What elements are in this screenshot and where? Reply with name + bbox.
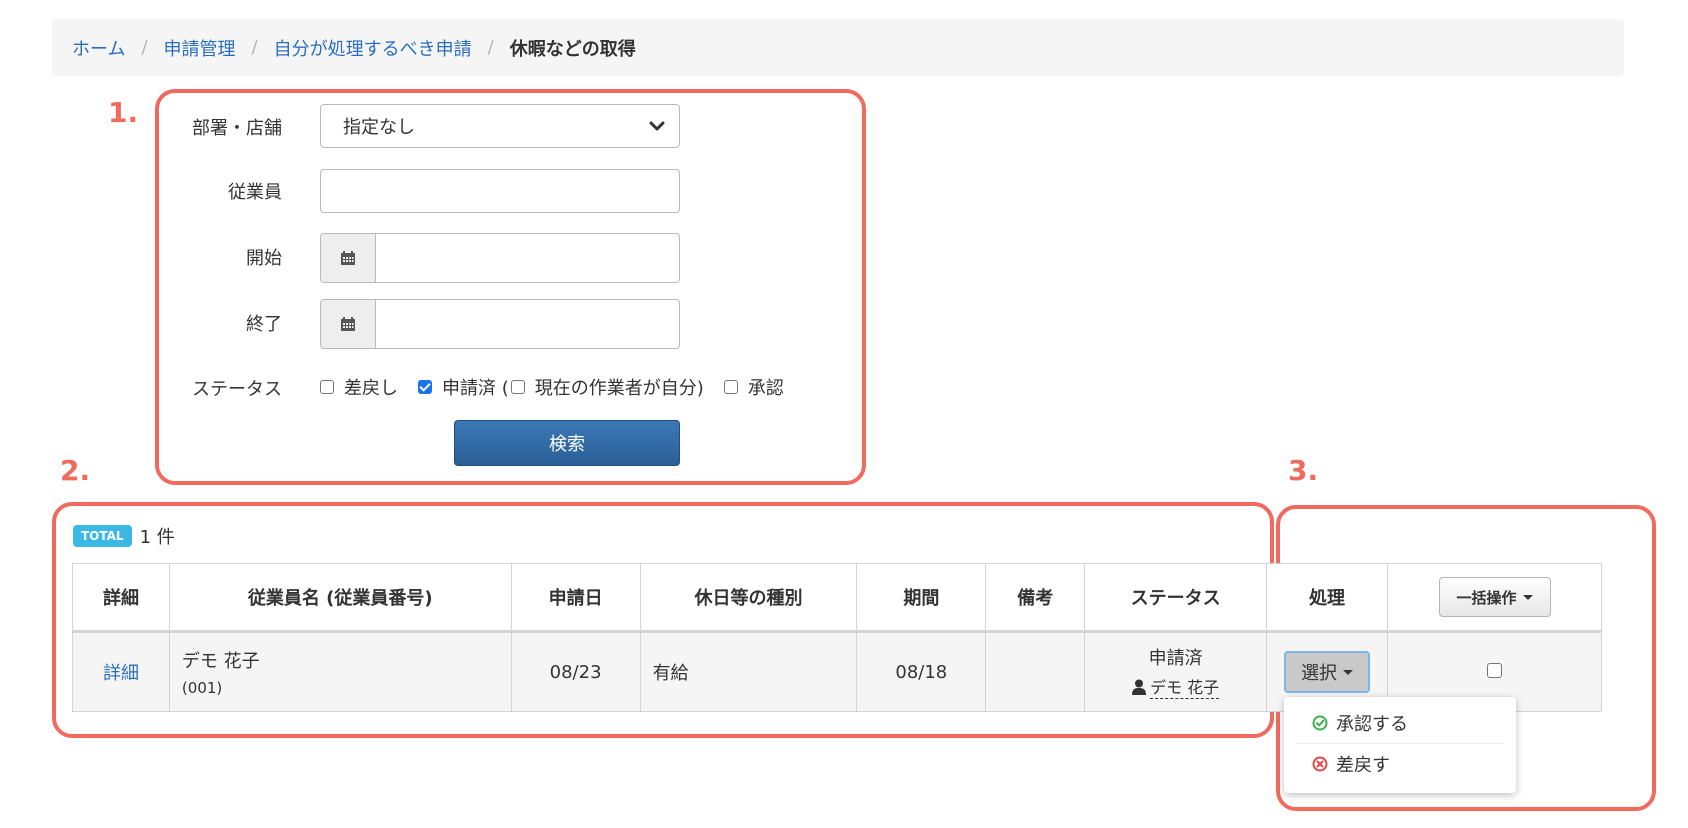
header-status: ステータス [1084, 563, 1268, 633]
status-current-worker-option[interactable]: 現在の作業者が自分) [510, 374, 704, 400]
header-detail: 詳細 [72, 563, 170, 633]
status-filter: 差戻し 申請済 ( 現在の作業者が自分) 承認 [320, 374, 784, 400]
status-applied-option[interactable]: 申請済 ( [418, 374, 509, 400]
status-current-worker-checkbox[interactable] [510, 380, 525, 394]
header-period: 期間 [856, 563, 987, 633]
status-text: 申請済 [1148, 648, 1203, 670]
period-cell: 08/18 [856, 631, 987, 712]
status-returned-label: 差戻し [344, 378, 398, 399]
start-date-input[interactable] [376, 234, 679, 282]
search-button[interactable]: 検索 [454, 420, 680, 466]
current-worker-name: デモ 花子 [1150, 674, 1220, 700]
check-circle-icon [1312, 715, 1328, 731]
current-worker: デモ 花子 [1132, 674, 1220, 700]
header-bulk: 一括操作 [1387, 563, 1602, 633]
employee-cell: デモ 花子 (001) [168, 631, 512, 712]
caret-down-icon [1522, 594, 1533, 600]
calendar-icon[interactable] [321, 234, 376, 282]
status-current-worker-label: 現在の作業者が自分) [534, 378, 704, 399]
applied-date-cell: 08/23 [510, 631, 641, 712]
employee-label: 従業員 [228, 182, 282, 203]
header-employee: 従業員名 (従業員番号) [168, 563, 512, 633]
breadcrumb-requests-link[interactable]: 申請管理 [164, 35, 236, 61]
approve-menu-item[interactable]: 承認する [1296, 703, 1504, 744]
breadcrumb-separator: / [487, 37, 494, 58]
requests-table: 詳細 従業員名 (従業員番号) 申請日 休日等の種別 期間 備考 ステータス 処… [72, 563, 1602, 712]
end-date-input[interactable] [376, 300, 679, 348]
employee-input[interactable] [320, 169, 680, 213]
breadcrumb-home-link[interactable]: ホーム [72, 35, 125, 61]
leave-type-cell: 有給 [639, 631, 858, 712]
total-badge: TOTAL [73, 525, 132, 547]
table-header-row: 詳細 従業員名 (従業員番号) 申請日 休日等の種別 期間 備考 ステータス 処… [72, 563, 1602, 633]
annotation-label-2: 2. [60, 454, 91, 487]
times-circle-icon [1312, 756, 1328, 772]
end-date-label: 終了 [246, 314, 282, 335]
total-summary: TOTAL 1 件 [73, 523, 175, 549]
employee-number: (001) [181, 679, 223, 697]
breadcrumb-separator: / [141, 37, 148, 58]
start-date-label: 開始 [246, 248, 282, 269]
chevron-down-icon [649, 121, 665, 131]
bulk-action-label: 一括操作 [1456, 588, 1517, 607]
return-menu-label: 差戻す [1336, 755, 1390, 776]
employee-name: デモ 花子 [181, 651, 260, 672]
select-action-label: 選択 [1301, 663, 1338, 684]
row-select-checkbox[interactable] [1487, 662, 1503, 678]
header-remarks: 備考 [985, 563, 1086, 633]
detail-link[interactable]: 詳細 [103, 663, 139, 684]
department-select[interactable]: 指定なし [320, 104, 680, 148]
department-select-value: 指定なし [343, 117, 415, 138]
breadcrumb-separator: / [251, 37, 258, 58]
approve-menu-label: 承認する [1336, 714, 1408, 735]
caret-down-icon [1343, 669, 1354, 675]
annotation-label-1: 1. [108, 96, 139, 129]
header-applied-date: 申請日 [510, 563, 641, 633]
return-menu-item[interactable]: 差戻す [1296, 744, 1504, 784]
annotation-label-3: 3. [1288, 454, 1319, 487]
bulk-action-button[interactable]: 一括操作 [1438, 577, 1551, 617]
end-date-group [320, 299, 680, 349]
header-leave-type: 休日等の種別 [639, 563, 858, 633]
department-label: 部署・店舗 [192, 118, 282, 139]
breadcrumb: ホーム / 申請管理 / 自分が処理するべき申請 / 休暇などの取得 [52, 19, 1624, 76]
status-cell: 申請済 デモ 花子 [1084, 631, 1268, 712]
status-approved-checkbox[interactable] [723, 380, 738, 394]
select-action-button[interactable]: 選択 [1284, 651, 1371, 693]
action-dropdown-menu: 承認する 差戻す [1284, 697, 1516, 793]
status-returned-checkbox[interactable] [320, 380, 334, 394]
calendar-icon[interactable] [321, 300, 376, 348]
breadcrumb-my-requests-link[interactable]: 自分が処理するべき申請 [274, 35, 472, 61]
user-icon [1132, 679, 1147, 695]
total-count: 1 件 [139, 527, 175, 548]
status-applied-label: 申請済 ( [442, 378, 509, 399]
status-approved-option[interactable]: 承認 [723, 374, 784, 400]
remarks-cell [985, 631, 1086, 712]
status-returned-option[interactable]: 差戻し [320, 374, 398, 400]
detail-cell: 詳細 [72, 631, 170, 712]
status-label: ステータス [192, 379, 282, 400]
header-action: 処理 [1266, 563, 1389, 633]
start-date-group [320, 233, 680, 283]
status-applied-checkbox[interactable] [418, 380, 432, 394]
status-approved-label: 承認 [747, 378, 784, 399]
breadcrumb-current: 休暇などの取得 [509, 38, 636, 60]
